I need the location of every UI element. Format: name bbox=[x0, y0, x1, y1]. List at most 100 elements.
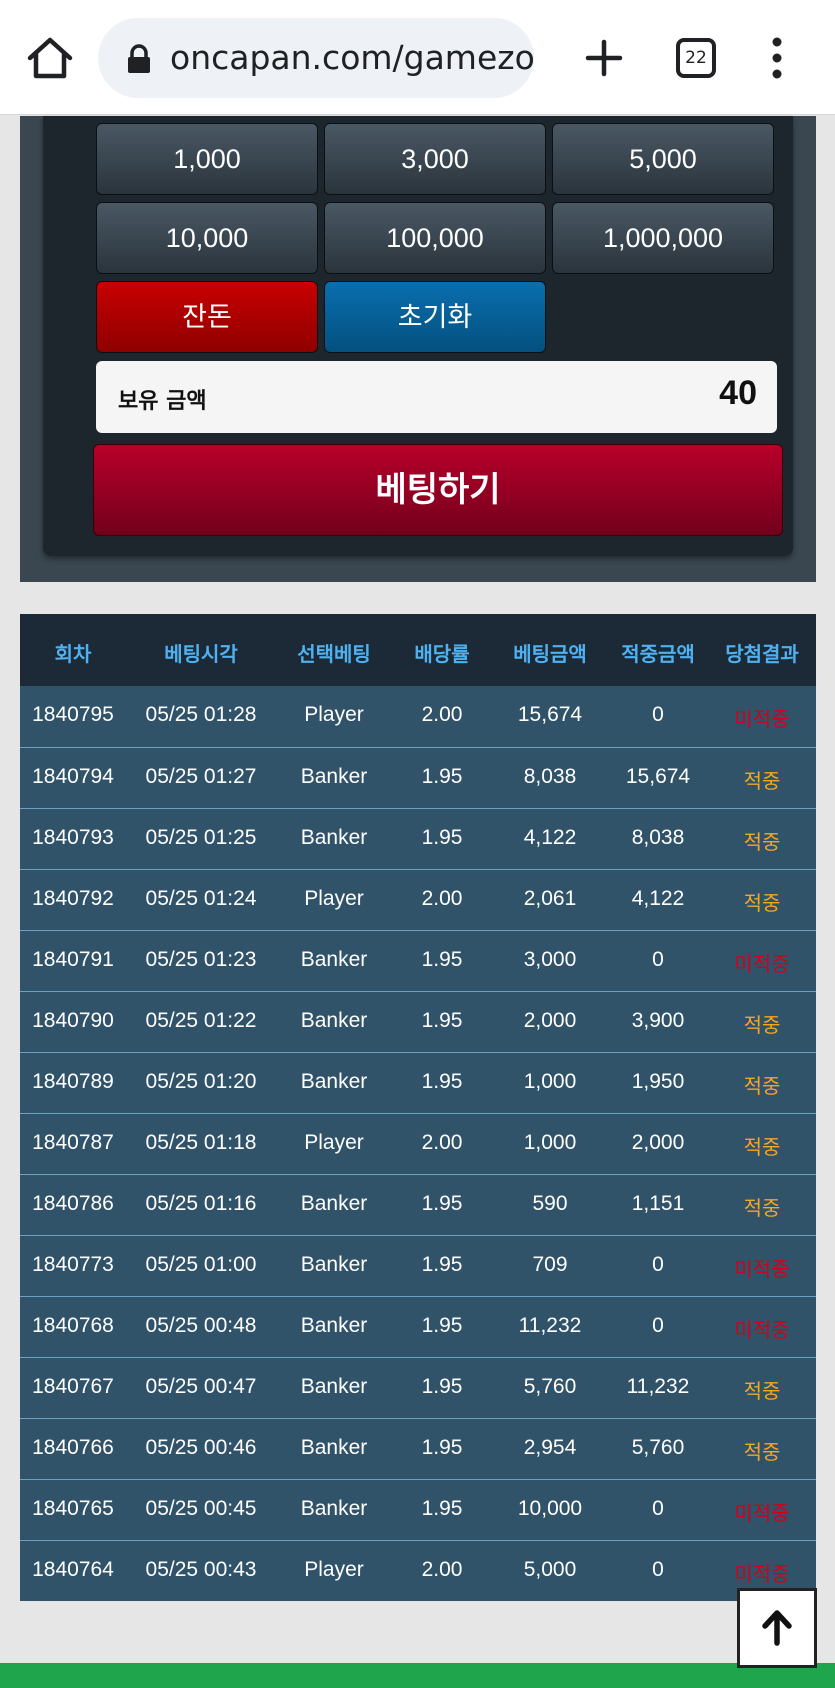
cell-bet-time: 05/25 01:23 bbox=[145, 948, 257, 971]
cell-bet-amount: 15,674 bbox=[517, 703, 583, 726]
footer-bar bbox=[0, 1663, 835, 1688]
cell-result: 적중 bbox=[743, 1196, 781, 1220]
cell-bet-time: 05/25 01:20 bbox=[145, 1070, 257, 1093]
change-button[interactable]: 잔돈 bbox=[96, 281, 318, 353]
cell-bet-amount: 4,122 bbox=[523, 826, 577, 849]
cell-round: 1840767 bbox=[32, 1375, 114, 1398]
cell-result: 미적중 bbox=[734, 952, 790, 976]
scroll-to-top-button[interactable] bbox=[737, 1588, 817, 1668]
cell-result: 적중 bbox=[743, 1074, 781, 1098]
cell-win-amount: 1,950 bbox=[631, 1070, 685, 1093]
cell-selection: Banker bbox=[300, 1009, 368, 1032]
cell-selection: Banker bbox=[300, 948, 368, 971]
browser-toolbar: oncapan.com/gamezo 22 bbox=[0, 0, 835, 115]
cell-win-amount: 15,674 bbox=[625, 765, 691, 788]
cell-bet-amount: 590 bbox=[532, 1192, 568, 1215]
cell-result: 미적중 bbox=[734, 1501, 790, 1525]
cell-bet-amount: 2,954 bbox=[523, 1436, 577, 1459]
address-bar[interactable]: oncapan.com/gamezo bbox=[98, 18, 534, 98]
cell-win-amount: 4,122 bbox=[631, 887, 685, 910]
cell-bet-time: 05/25 01:28 bbox=[145, 703, 257, 726]
table-body: 1840795 05/25 01:28 Player 2.00 15,674 0 미적중 18… bbox=[20, 686, 816, 1601]
cell-bet-time: 05/25 01:25 bbox=[145, 826, 257, 849]
cell-round: 1840787 bbox=[32, 1131, 114, 1154]
cell-result: 적중 bbox=[743, 891, 781, 915]
table-row: 1840767 05/25 00:47 Banker 1.95 5,760 11,232 적… bbox=[20, 1357, 816, 1418]
cell-round: 1840773 bbox=[32, 1253, 114, 1276]
header-odds: 배당률 bbox=[414, 642, 470, 666]
cell-selection: Banker bbox=[300, 826, 368, 849]
tab-switcher-button[interactable]: 22 bbox=[676, 38, 716, 78]
table-row: 1840766 05/25 00:46 Banker 1.95 2,954 5,760 적중 bbox=[20, 1418, 816, 1479]
reset-button[interactable]: 초기화 bbox=[324, 281, 546, 353]
header-win-amount: 적중금액 bbox=[621, 642, 695, 666]
cell-odds: 2.00 bbox=[421, 1558, 463, 1581]
table-row: 1840786 05/25 01:16 Banker 1.95 590 1,151 적중 bbox=[20, 1174, 816, 1235]
cell-bet-time: 05/25 00:45 bbox=[145, 1497, 257, 1520]
cell-result: 적중 bbox=[743, 830, 781, 854]
table-row: 1840764 05/25 00:43 Player 2.00 5,000 0 미적중 bbox=[20, 1540, 816, 1601]
cell-odds: 2.00 bbox=[421, 887, 463, 910]
cell-selection: Banker bbox=[300, 1497, 368, 1520]
cell-bet-time: 05/25 00:43 bbox=[145, 1558, 257, 1581]
cell-result: 적중 bbox=[743, 769, 781, 793]
cell-bet-time: 05/25 01:22 bbox=[145, 1009, 257, 1032]
balance-display: 보유 금액 40 bbox=[96, 361, 777, 433]
amount-button-5000[interactable]: 5,000 bbox=[552, 123, 774, 195]
page-content: 1,000 3,000 5,000 10,000 100,000 1,000,0… bbox=[0, 116, 835, 1688]
home-icon[interactable] bbox=[24, 32, 76, 84]
table-row: 1840768 05/25 00:48 Banker 1.95 11,232 0 미적중 bbox=[20, 1296, 816, 1357]
cell-selection: Banker bbox=[300, 1314, 368, 1337]
cell-bet-amount: 3,000 bbox=[523, 948, 577, 971]
bet-history-table: 회차 베팅시각 선택베팅 배당률 베팅금액 적중금액 당첨결과 1840795 0… bbox=[20, 614, 816, 1601]
cell-round: 1840764 bbox=[32, 1558, 114, 1581]
cell-round: 1840793 bbox=[32, 826, 114, 849]
cell-win-amount: 1,151 bbox=[631, 1192, 685, 1215]
cell-result: 미적중 bbox=[734, 1562, 790, 1586]
amount-button-1000000[interactable]: 1,000,000 bbox=[552, 202, 774, 274]
cell-selection: Banker bbox=[300, 1375, 368, 1398]
cell-win-amount: 3,900 bbox=[631, 1009, 685, 1032]
cell-odds: 1.95 bbox=[421, 1009, 463, 1032]
cell-result: 적중 bbox=[743, 1013, 781, 1037]
cell-bet-amount: 8,038 bbox=[523, 765, 577, 788]
table-row: 1840795 05/25 01:28 Player 2.00 15,674 0 미적중 bbox=[20, 686, 816, 747]
cell-odds: 1.95 bbox=[421, 1253, 463, 1276]
cell-odds: 1.95 bbox=[421, 1192, 463, 1215]
place-bet-button[interactable]: 베팅하기 bbox=[93, 444, 783, 536]
cell-selection: Banker bbox=[300, 1192, 368, 1215]
new-tab-icon[interactable] bbox=[578, 32, 630, 84]
cell-selection: Banker bbox=[300, 1253, 368, 1276]
table-row: 1840793 05/25 01:25 Banker 1.95 4,122 8,038 적중 bbox=[20, 808, 816, 869]
cell-result: 미적중 bbox=[734, 707, 790, 731]
amount-button-3000[interactable]: 3,000 bbox=[324, 123, 546, 195]
cell-bet-time: 05/25 00:47 bbox=[145, 1375, 257, 1398]
table-row: 1840765 05/25 00:45 Banker 1.95 10,000 0 미적중 bbox=[20, 1479, 816, 1540]
table-row: 1840794 05/25 01:27 Banker 1.95 8,038 15,674 적… bbox=[20, 747, 816, 808]
cell-selection: Banker bbox=[300, 1436, 368, 1459]
header-selection: 선택베팅 bbox=[297, 642, 371, 666]
betting-panel-frame: 1,000 3,000 5,000 10,000 100,000 1,000,0… bbox=[20, 116, 816, 582]
cell-selection: Player bbox=[304, 887, 364, 910]
more-menu-icon[interactable] bbox=[762, 34, 792, 82]
amount-button-100000[interactable]: 100,000 bbox=[324, 202, 546, 274]
cell-win-amount: 8,038 bbox=[631, 826, 685, 849]
cell-result: 적중 bbox=[743, 1135, 781, 1159]
url-text: oncapan.com/gamezo bbox=[170, 38, 534, 77]
table-row: 1840787 05/25 01:18 Player 2.00 1,000 2,000 적중 bbox=[20, 1113, 816, 1174]
cell-odds: 2.00 bbox=[421, 703, 463, 726]
cell-result: 미적중 bbox=[734, 1318, 790, 1342]
cell-odds: 1.95 bbox=[421, 1497, 463, 1520]
amount-button-1000[interactable]: 1,000 bbox=[96, 123, 318, 195]
cell-bet-time: 05/25 01:27 bbox=[145, 765, 257, 788]
cell-bet-amount: 5,760 bbox=[523, 1375, 577, 1398]
cell-bet-amount: 2,061 bbox=[523, 887, 577, 910]
cell-win-amount: 5,760 bbox=[631, 1436, 685, 1459]
cell-selection: Banker bbox=[300, 765, 368, 788]
cell-bet-amount: 5,000 bbox=[523, 1558, 577, 1581]
table-header: 회차 베팅시각 선택베팅 배당률 베팅금액 적중금액 당첨결과 bbox=[20, 614, 816, 686]
cell-odds: 1.95 bbox=[421, 948, 463, 971]
amount-button-10000[interactable]: 10,000 bbox=[96, 202, 318, 274]
cell-round: 1840786 bbox=[32, 1192, 114, 1215]
cell-win-amount: 0 bbox=[652, 1314, 664, 1337]
